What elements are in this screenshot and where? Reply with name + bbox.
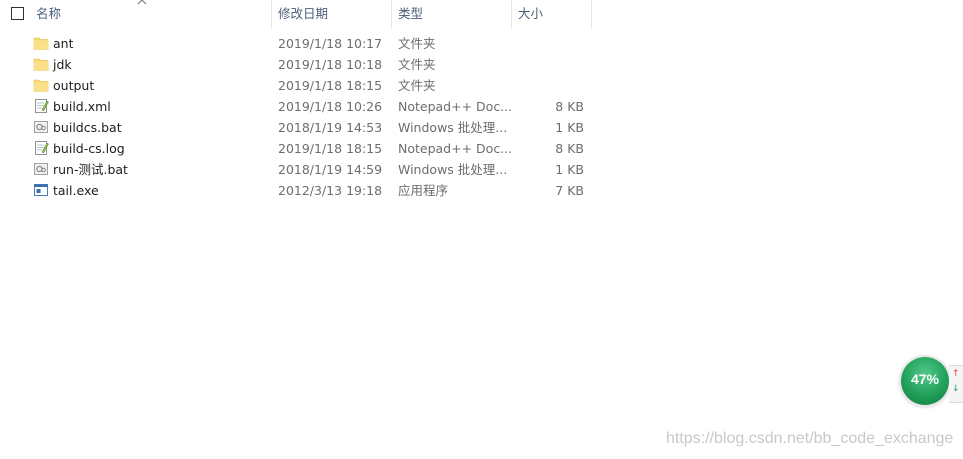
file-modified-date: 2018/1/19 14:59 <box>278 162 383 177</box>
file-modified-date: 2019/1/18 10:17 <box>278 36 383 51</box>
file-name[interactable]: output <box>53 75 94 96</box>
file-size: 1 KB <box>555 120 584 135</box>
exe-icon <box>33 182 49 198</box>
file-row[interactable]: tail.exe 2012/3/13 19:18 应用程序 7 KB <box>0 180 600 201</box>
file-size: 8 KB <box>555 141 584 156</box>
file-row[interactable]: build.xml 2019/1/18 10:26 Notepad++ Doc...… <box>0 96 600 117</box>
file-name[interactable]: tail.exe <box>53 180 99 201</box>
bat-icon <box>33 161 49 177</box>
column-header-date[interactable]: 修改日期 <box>278 0 328 28</box>
file-name[interactable]: build-cs.log <box>53 138 125 159</box>
file-row[interactable]: jdk 2019/1/18 10:18 文件夹 <box>0 54 600 75</box>
file-modified-date: 2019/1/18 18:15 <box>278 141 383 156</box>
upload-arrow-icon: ↑ <box>952 369 960 379</box>
watermark: https://blog.csdn.net/bb_code_exchange <box>666 430 954 447</box>
speed-indicator: ↑ ↓ <box>949 365 963 403</box>
column-header-name[interactable]: 名称 <box>36 0 61 28</box>
sort-ascending-icon <box>137 0 147 5</box>
file-row[interactable]: ant 2019/1/18 10:17 文件夹 <box>0 33 600 54</box>
file-type: 应用程序 <box>398 183 449 198</box>
column-divider[interactable] <box>591 0 592 28</box>
file-type: Windows 批处理... <box>398 120 508 135</box>
file-type: 文件夹 <box>398 36 436 51</box>
file-type: 文件夹 <box>398 57 436 72</box>
file-modified-date: 2019/1/18 10:26 <box>278 99 383 114</box>
file-type: Notepad++ Doc... <box>398 99 513 114</box>
file-size <box>524 33 584 54</box>
file-row[interactable]: run-测试.bat 2018/1/19 14:59 Windows 批处理... 1… <box>0 159 600 180</box>
file-modified-date: 2012/3/13 19:18 <box>278 183 383 198</box>
folder-icon <box>33 56 49 72</box>
bat-icon <box>33 119 49 135</box>
file-type: Windows 批处理... <box>398 162 508 177</box>
file-name[interactable]: ant <box>53 33 73 54</box>
notepad-icon <box>33 98 49 114</box>
file-row[interactable]: output 2019/1/18 18:15 文件夹 <box>0 75 600 96</box>
file-name[interactable]: run-测试.bat <box>53 159 128 180</box>
file-row[interactable]: buildcs.bat 2018/1/19 14:53 Windows 批处理...… <box>0 117 600 138</box>
file-type: 文件夹 <box>398 78 436 93</box>
memory-usage-gauge[interactable]: 47% <box>901 357 949 405</box>
column-header-bar: 名称 修改日期 类型 大小 <box>0 0 592 28</box>
file-size: 7 KB <box>555 183 584 198</box>
file-modified-date: 2019/1/18 10:18 <box>278 57 383 72</box>
column-divider[interactable] <box>271 0 272 28</box>
file-type: Notepad++ Doc... <box>398 141 513 156</box>
folder-icon <box>33 35 49 51</box>
column-divider[interactable] <box>391 0 392 28</box>
file-modified-date: 2019/1/18 18:15 <box>278 78 383 93</box>
memory-usage-percent: 47% <box>910 371 940 387</box>
notepad-icon <box>33 140 49 156</box>
file-size: 8 KB <box>555 99 584 114</box>
file-size <box>524 75 584 96</box>
file-size <box>524 54 584 75</box>
column-divider[interactable] <box>511 0 512 28</box>
file-size: 1 KB <box>555 162 584 177</box>
network-speed-widget[interactable]: 47% ↑ ↓ <box>901 357 963 407</box>
download-arrow-icon: ↓ <box>952 384 960 394</box>
file-list: ant 2019/1/18 10:17 文件夹 jdk 2019/1/18 10:18 文… <box>0 33 600 201</box>
file-modified-date: 2018/1/19 14:53 <box>278 120 383 135</box>
folder-icon <box>33 77 49 93</box>
file-name[interactable]: build.xml <box>53 96 111 117</box>
select-all-checkbox[interactable] <box>11 7 24 20</box>
file-row[interactable]: build-cs.log 2019/1/18 18:15 Notepad++ Doc… <box>0 138 600 159</box>
column-header-size[interactable]: 大小 <box>518 0 543 28</box>
file-name[interactable]: buildcs.bat <box>53 117 122 138</box>
column-header-type[interactable]: 类型 <box>398 0 423 28</box>
file-name[interactable]: jdk <box>53 54 72 75</box>
